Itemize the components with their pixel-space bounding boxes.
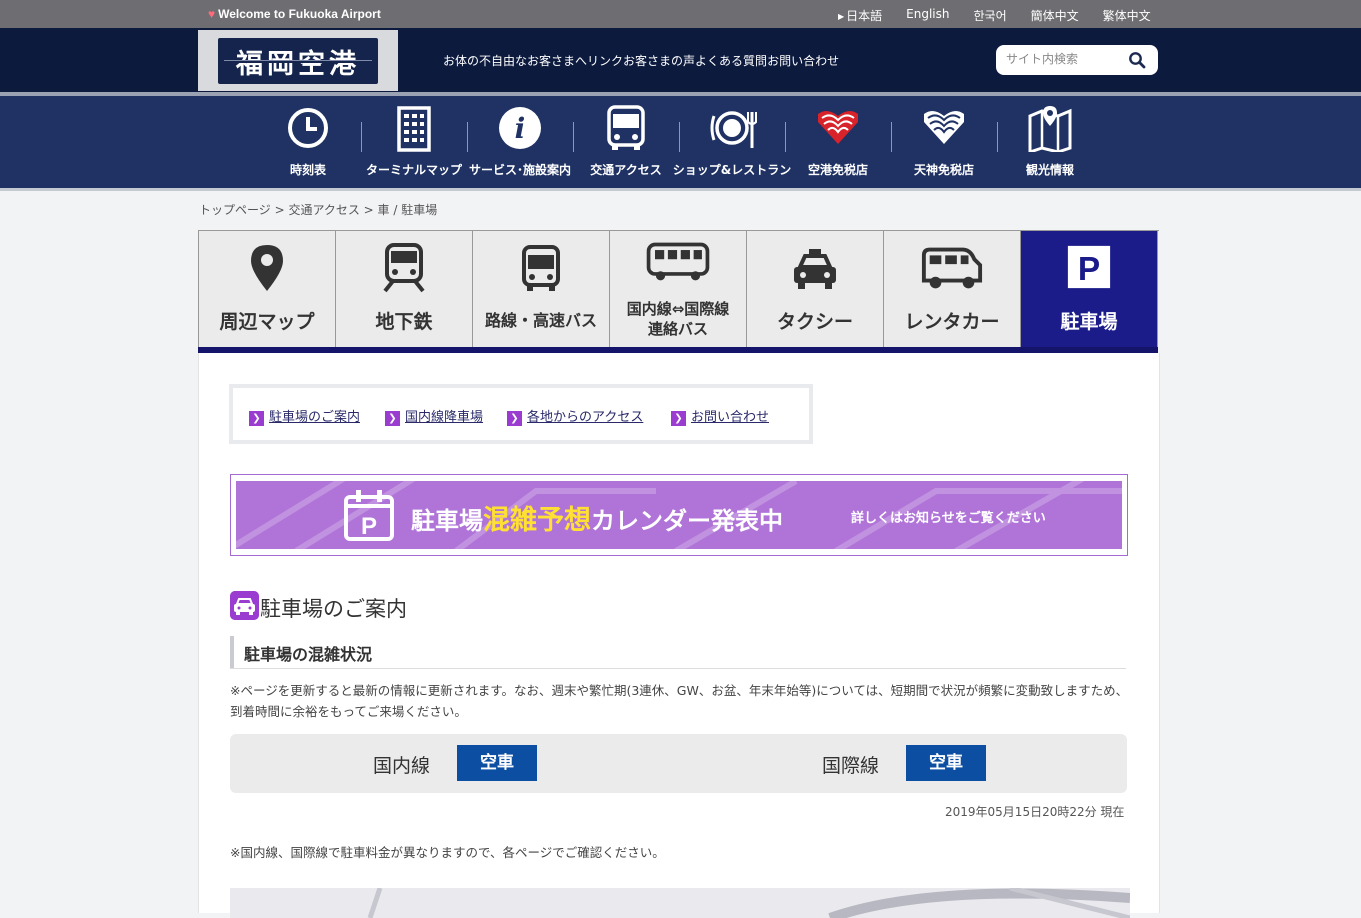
- svg-text:P: P: [361, 513, 377, 540]
- duty-free-tenjin-icon: [924, 110, 964, 144]
- search-input[interactable]: [1004, 51, 1123, 67]
- duty-free-airport-icon: [818, 110, 858, 144]
- domestic-status-badge: 空車: [457, 745, 537, 781]
- nav-tourism[interactable]: 観光情報: [997, 96, 1103, 188]
- svg-text:i: i: [515, 112, 526, 145]
- taxi-icon: [794, 249, 836, 289]
- clock-icon: [288, 108, 328, 148]
- nav-transport-access[interactable]: 交通アクセス: [573, 96, 679, 188]
- header-links: お体の不自由なお客さまへ リンク お客さまの声 よくある質問 お問い合わせ: [443, 52, 839, 69]
- parking-status-box: 国内線 空車 国際線 空車: [230, 734, 1127, 793]
- nav-timetable[interactable]: 時刻表: [255, 96, 361, 188]
- triangle-right-icon: ▶: [838, 12, 845, 21]
- main-icon-nav: 時刻表 ターミナルマップ i サービス･施設案内 交通アクセス ショップ&レスト…: [0, 96, 1361, 191]
- building-icon: [397, 106, 431, 152]
- banner-subtext: 詳しくはお知らせをご覧ください: [851, 511, 1046, 526]
- map-pin-icon: [1028, 106, 1072, 152]
- parking-icon: P: [1067, 245, 1111, 288]
- svg-text:P: P: [1078, 251, 1100, 288]
- chevron-right-icon: ❯: [385, 411, 400, 426]
- main-content: ❯ 駐車場のご案内 ❯ 国内線降車場 ❯ 各地からのアクセス ❯ お問い合わせ P 駐車…: [198, 353, 1160, 918]
- tab-shuttle-line1: 国内線⇔国際線: [626, 300, 730, 318]
- congestion-calendar-banner[interactable]: P 駐車場混雑予想カレンダー発表中 詳しくはお知らせをご覧ください: [230, 474, 1128, 556]
- rental-car-icon: [921, 247, 983, 289]
- fee-note: ※国内線、国際線で駐車料金が異なりますので、各ページでご確認ください。: [230, 845, 665, 860]
- lang-japanese[interactable]: ▶ 日本語: [838, 7, 882, 24]
- nav-terminal-map[interactable]: ターミナルマップ: [361, 96, 467, 188]
- nav-services[interactable]: i サービス･施設案内: [467, 96, 573, 188]
- parking-map-image: [230, 888, 1130, 918]
- international-status-badge: 空車: [906, 745, 986, 781]
- transport-tabs: 周辺マップ 地下鉄 路線・高速バス 国内線⇔国際線 連絡バス タクシー レンタカ…: [198, 230, 1159, 348]
- domestic-label: 国内線: [373, 755, 431, 777]
- chevron-right-icon: ❯: [249, 411, 264, 426]
- info-icon: i: [499, 107, 541, 149]
- header-link-faq[interactable]: よくある質問: [695, 52, 767, 69]
- subnav-parking-info[interactable]: ❯ 駐車場のご案内: [249, 406, 360, 426]
- update-note: ※ページを更新すると最新の情報に更新されます。なお、週末や繁忙期(3連休、GW、…: [230, 683, 1129, 719]
- calendar-parking-icon: P: [344, 490, 394, 541]
- nav-tenjin-duty-free[interactable]: 天神免税店: [891, 96, 997, 188]
- site-search: [996, 45, 1158, 75]
- subnav-domestic-dropoff[interactable]: ❯ 国内線降車場: [385, 406, 483, 426]
- parking-subnav: ❯ 駐車場のご案内 ❯ 国内線降車場 ❯ 各地からのアクセス ❯ お問い合わせ: [229, 384, 813, 444]
- lang-english[interactable]: English: [906, 7, 949, 24]
- welcome-text: ♥ Welcome to Fukuoka Airport: [208, 7, 381, 21]
- header-link-feedback[interactable]: お客さまの声: [623, 52, 695, 69]
- subway-icon: [383, 243, 425, 293]
- tab-taxi[interactable]: タクシー: [747, 231, 884, 348]
- tab-shuttle-bus[interactable]: 国内線⇔国際線 連絡バス: [610, 231, 747, 348]
- header-link-accessibility[interactable]: お体の不自由なお客さまへ: [443, 52, 587, 69]
- chevron-right-icon: ❯: [507, 411, 522, 426]
- top-bar: ♥ Welcome to Fukuoka Airport ▶ 日本語 English…: [0, 0, 1361, 28]
- heart-icon: ♥: [208, 7, 216, 21]
- bus-icon: [522, 245, 560, 291]
- shuttle-bus-icon: [646, 242, 710, 281]
- breadcrumb[interactable]: トップページ > 交通アクセス > 車 / 駐車場: [199, 201, 437, 218]
- bus-icon: [607, 105, 645, 150]
- location-pin-icon: [251, 245, 283, 291]
- subnav-access[interactable]: ❯ 各地からのアクセス: [507, 406, 643, 426]
- tab-shuttle-line2: 連絡バス: [647, 320, 708, 338]
- chevron-right-icon: ❯: [671, 411, 686, 426]
- dining-icon: [710, 111, 757, 148]
- tab-parking[interactable]: P 駐車場: [1021, 231, 1158, 348]
- nav-shops-restaurants[interactable]: ショップ&レストラン: [673, 96, 791, 188]
- logo-text: 福岡空港: [218, 38, 378, 84]
- tab-bus[interactable]: 路線・高速バス: [473, 231, 610, 348]
- map-graphic: [367, 888, 1130, 918]
- site-logo[interactable]: 福岡空港: [198, 30, 398, 91]
- lang-traditional-chinese[interactable]: 繁体中文: [1103, 7, 1151, 24]
- subnav-contact[interactable]: ❯ お問い合わせ: [671, 406, 769, 426]
- banner-title: 駐車場混雑予想カレンダー発表中: [411, 505, 783, 536]
- car-icon: [230, 591, 259, 620]
- tab-subway[interactable]: 地下鉄: [336, 231, 473, 348]
- lang-simplified-chinese[interactable]: 簡体中文: [1031, 7, 1079, 24]
- international-label: 国際線: [822, 755, 880, 777]
- site-header: 福岡空港 お体の不自由なお客さまへ リンク お客さまの声 よくある質問 お問い合…: [0, 28, 1361, 92]
- tab-area-map[interactable]: 周辺マップ: [199, 231, 336, 348]
- congestion-subheading: 駐車場の混雑状況: [230, 636, 1126, 669]
- tab-rental-car[interactable]: レンタカー: [884, 231, 1021, 348]
- language-switcher: ▶ 日本語 English 한국어 簡体中文 繁体中文: [838, 7, 1175, 24]
- header-link-links[interactable]: リンク: [587, 52, 623, 69]
- header-link-contact[interactable]: お問い合わせ: [767, 52, 839, 69]
- lang-korean[interactable]: 한국어: [974, 7, 1007, 24]
- search-icon[interactable]: [1128, 51, 1146, 69]
- banner-inner: P 駐車場混雑予想カレンダー発表中 詳しくはお知らせをご覧ください: [236, 481, 1122, 549]
- nav-airport-duty-free[interactable]: 空港免税店: [785, 96, 891, 188]
- status-timestamp: 2019年05月15日20時22分 現在: [945, 805, 1125, 819]
